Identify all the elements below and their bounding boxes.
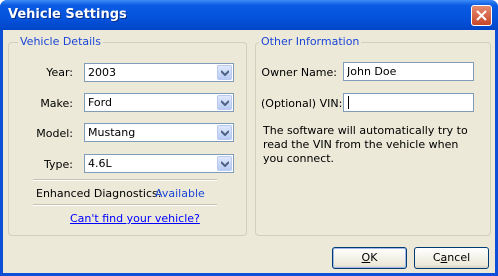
owner-name-input[interactable] (343, 62, 474, 81)
type-dropdown-button[interactable] (217, 156, 232, 171)
make-label: Make: (40, 97, 73, 110)
make-value: Ford (88, 96, 112, 109)
cancel-label-end: ncel (447, 251, 471, 264)
chevron-down-icon (221, 130, 229, 136)
vin-info-text: The software will automatically try to r… (263, 124, 468, 165)
ok-mnemonic: O (361, 251, 371, 264)
cancel-label-start: C (432, 251, 441, 264)
year-select[interactable]: 2003 (84, 63, 234, 82)
close-button[interactable] (471, 5, 492, 26)
vehicle-details-legend: Vehicle Details (18, 35, 103, 48)
vin-label: (Optional) VIN: (261, 97, 343, 110)
ok-button[interactable]: OK (332, 247, 407, 269)
enhanced-diagnostics-status: Available (155, 187, 205, 200)
type-value: 4.6L (88, 157, 112, 170)
enhanced-diagnostics-label: Enhanced Diagnostics: (36, 187, 162, 200)
title-bar[interactable]: Vehicle Settings (0, 0, 498, 30)
ok-label: K (370, 251, 378, 264)
cancel-button[interactable]: Cancel (414, 247, 489, 269)
divider (33, 204, 217, 206)
make-dropdown-button[interactable] (217, 95, 232, 110)
text-cursor (348, 96, 349, 109)
type-select[interactable]: 4.6L (84, 154, 234, 173)
model-label: Model: (36, 127, 73, 140)
vehicle-settings-window: Vehicle Settings Vehicle Details Year: 2… (0, 0, 498, 276)
cant-find-vehicle-link[interactable]: Can't find your vehicle? (70, 212, 200, 225)
chevron-down-icon (221, 70, 229, 76)
divider (33, 179, 217, 181)
owner-name-label: Owner Name: (261, 66, 337, 79)
model-value: Mustang (88, 126, 136, 139)
year-value: 2003 (88, 66, 116, 79)
type-label: Type: (44, 158, 73, 171)
year-dropdown-button[interactable] (217, 65, 232, 80)
model-dropdown-button[interactable] (217, 125, 232, 140)
make-select[interactable]: Ford (84, 93, 234, 112)
window-title: Vehicle Settings (8, 7, 127, 22)
model-select[interactable]: Mustang (84, 123, 234, 142)
vin-input[interactable] (343, 93, 474, 112)
chevron-down-icon (221, 161, 229, 167)
close-icon (476, 10, 487, 21)
dialog-body: Vehicle Details Year: 2003 Make: Ford Mo… (3, 30, 495, 273)
year-label: Year: (46, 66, 73, 79)
other-information-legend: Other Information (259, 35, 362, 48)
chevron-down-icon (221, 100, 229, 106)
